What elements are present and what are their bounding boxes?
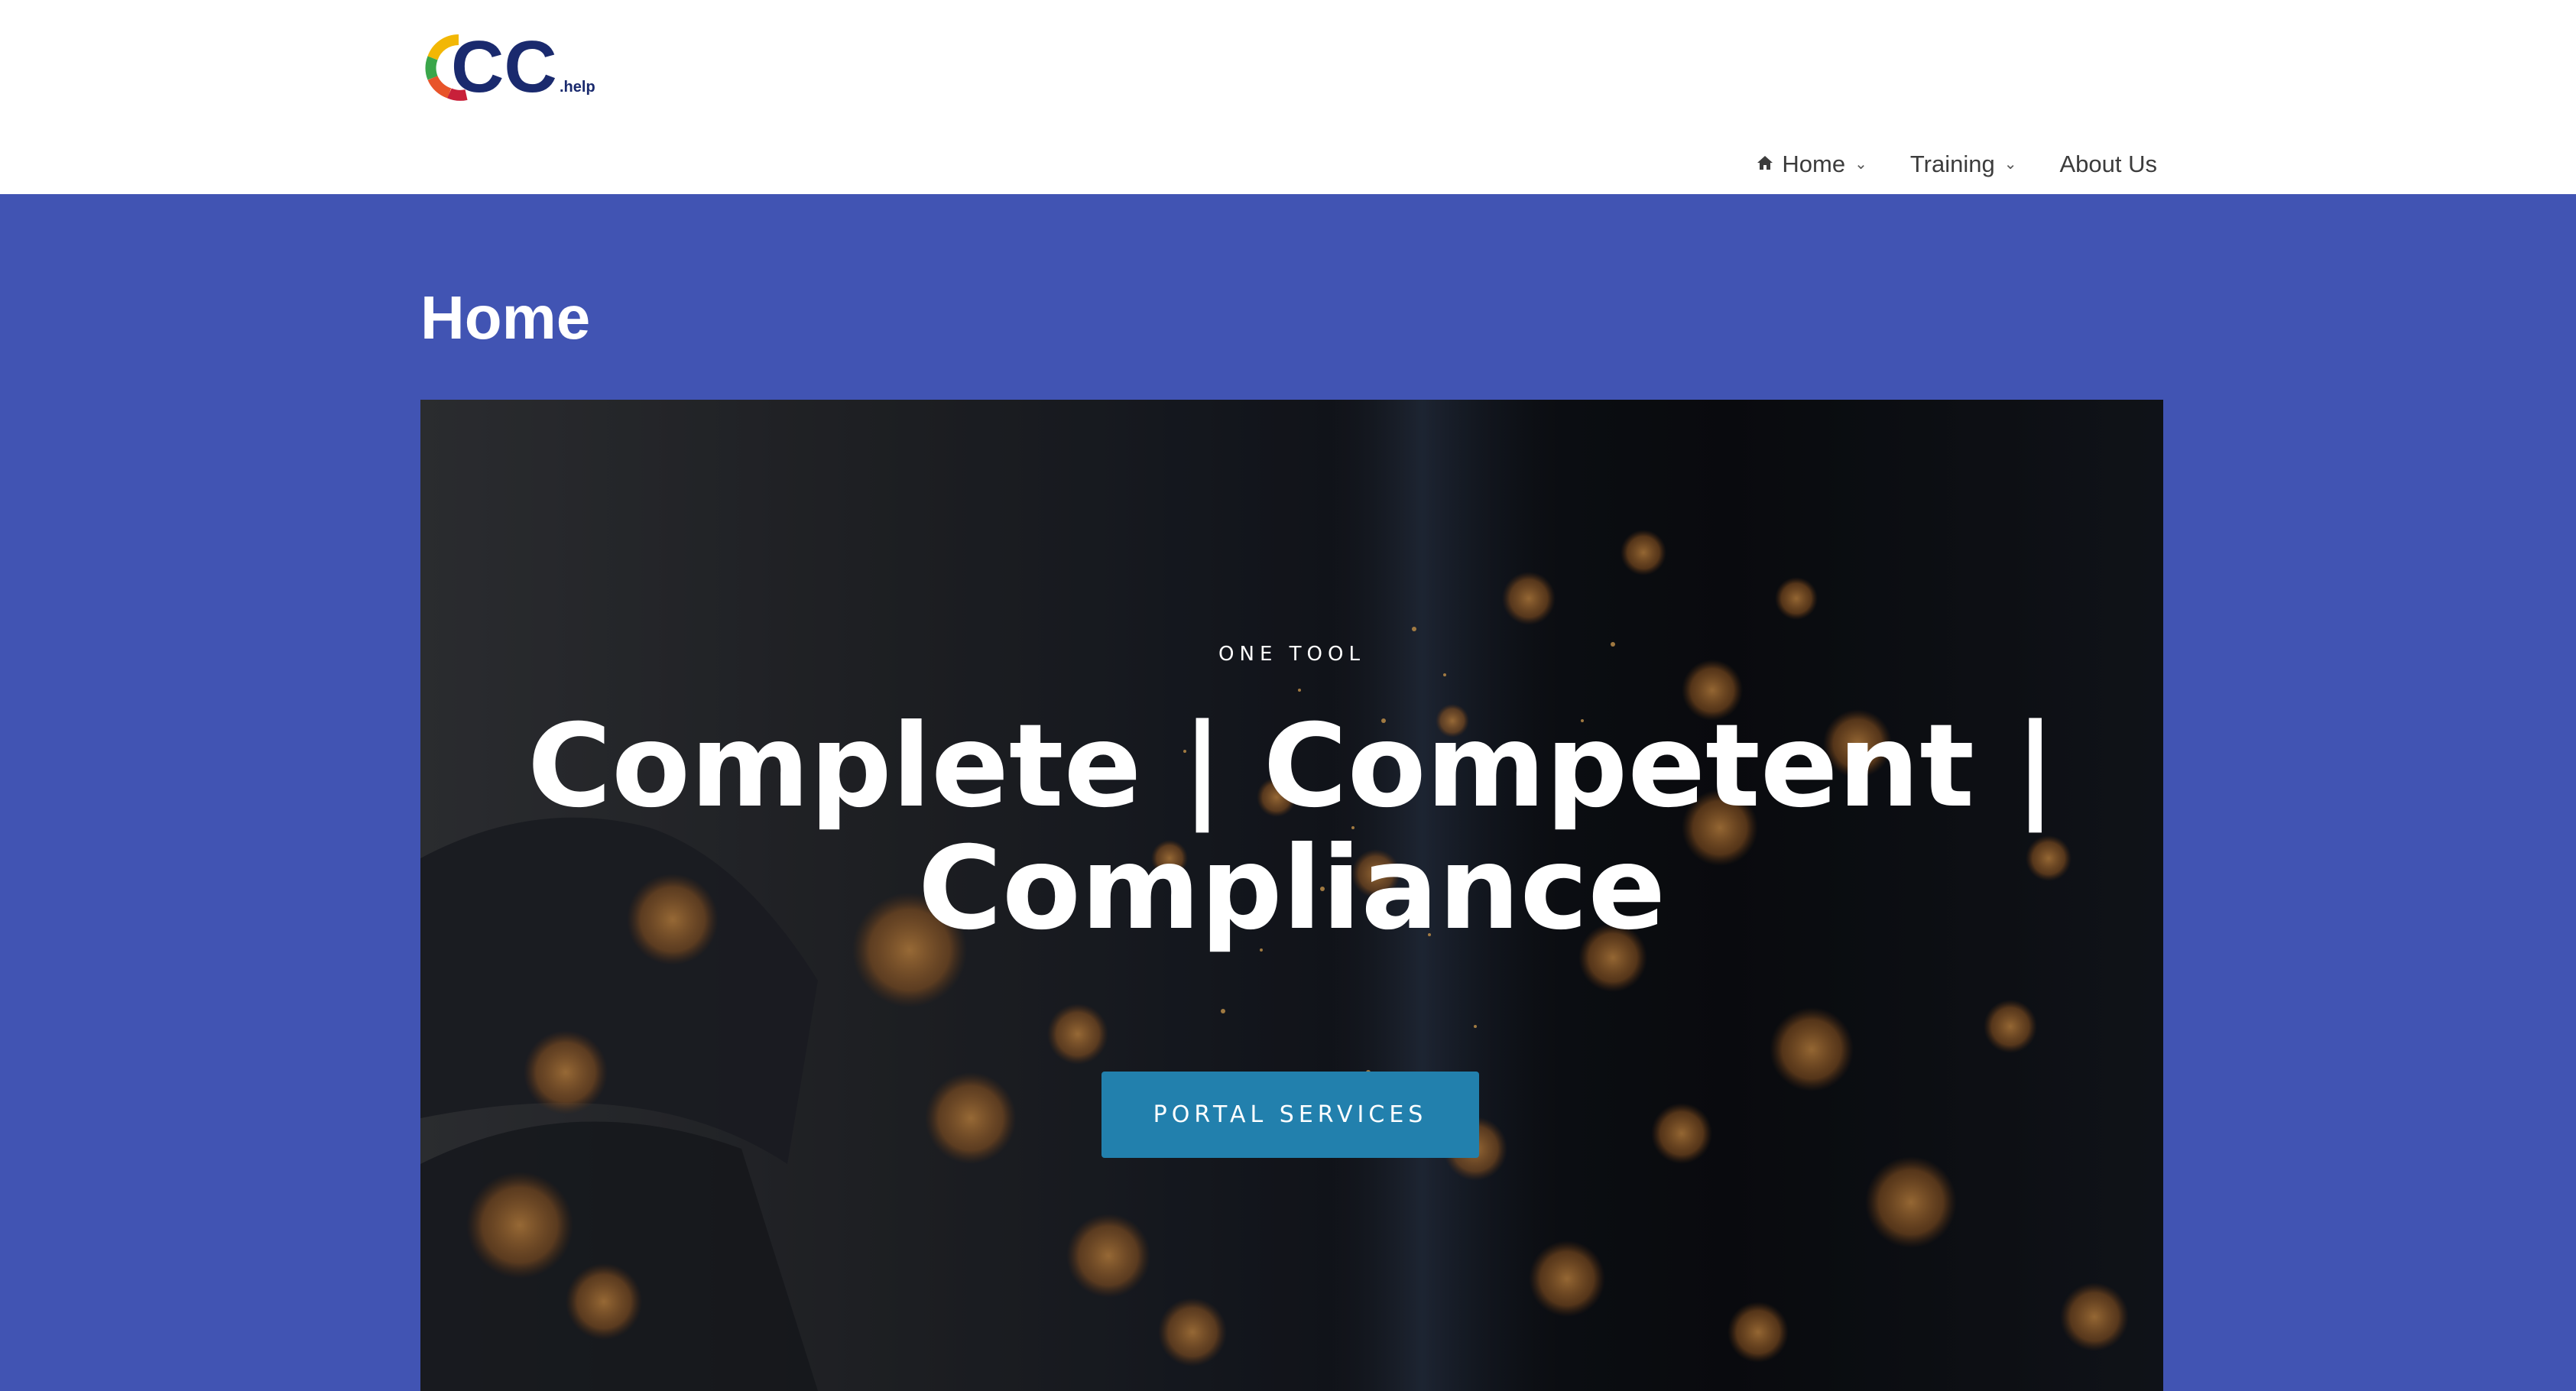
hero-headline: Complete | Competent | Compliance (527, 700, 2057, 955)
logo-suffix: .help (560, 79, 595, 96)
home-icon (1756, 151, 1774, 178)
logo-text: CC (451, 28, 557, 104)
nav-item-label: Home (1782, 151, 1846, 177)
main-nav: Home ⌄ Training ⌄ About Us (1756, 145, 2157, 183)
nav-item-training[interactable]: Training ⌄ (1910, 151, 2017, 178)
site-header: CC .help Home ⌄ Training ⌄ About Us (0, 0, 2576, 194)
nav-item-label: About Us (2059, 151, 2157, 177)
hero-banner: ONE TOOL Complete | Competent | Complian… (420, 400, 2163, 1391)
site-logo[interactable]: CC .help (422, 28, 605, 104)
logo-mark: CC .help (425, 28, 595, 104)
hero-eyebrow: ONE TOOL (1218, 643, 1365, 666)
nav-item-label: Training (1909, 151, 1995, 177)
page-title: Home (420, 284, 591, 352)
portal-services-button[interactable]: PORTAL SERVICES (1101, 1072, 1479, 1158)
nav-item-home[interactable]: Home ⌄ (1756, 151, 1867, 178)
chevron-down-icon: ⌄ (2003, 156, 2017, 173)
chevron-down-icon: ⌄ (1854, 156, 1867, 173)
nav-item-about-us[interactable]: About Us (2059, 151, 2157, 178)
